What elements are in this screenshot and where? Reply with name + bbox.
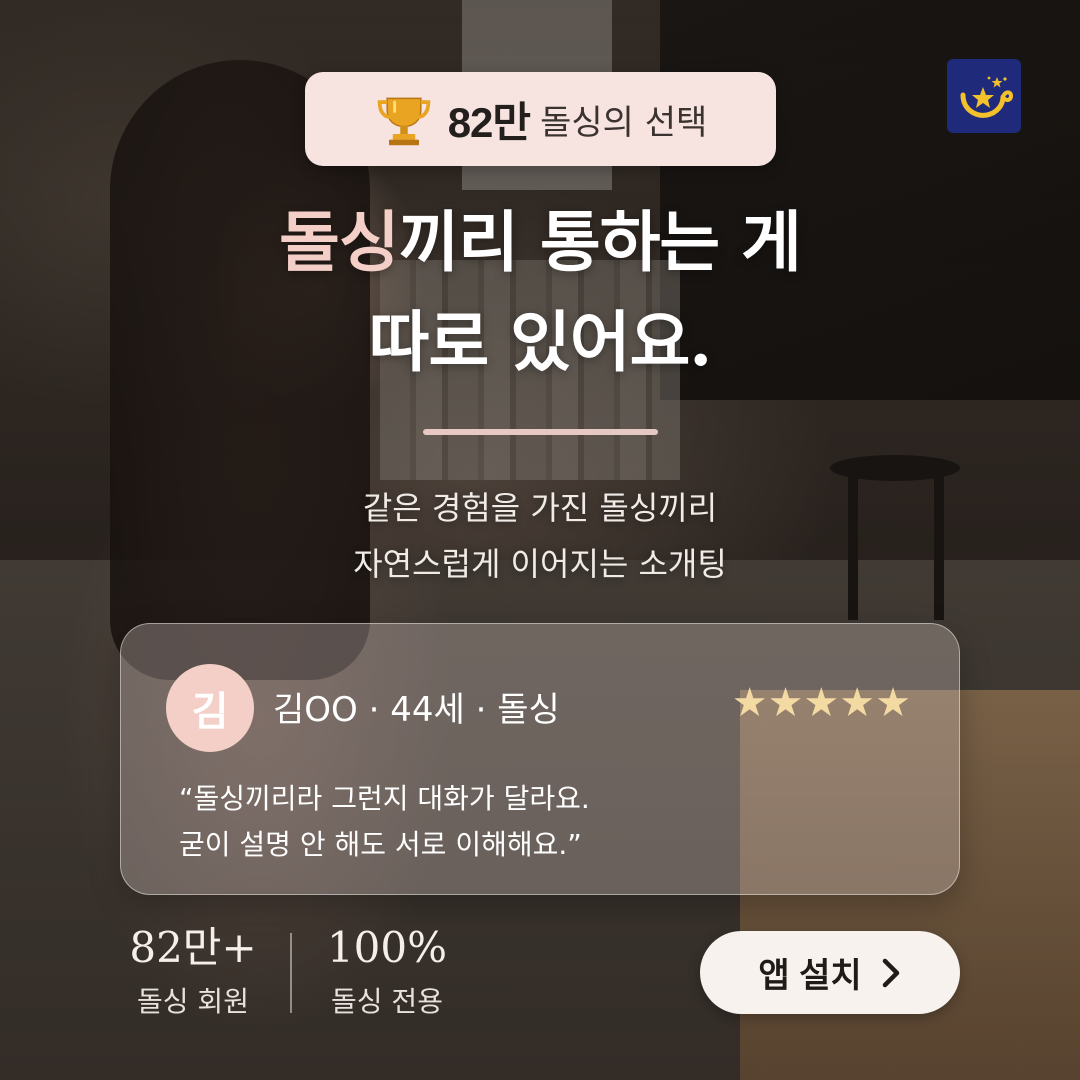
headline: 돌싱끼리 통하는 게 따로 있어요. xyxy=(0,192,1080,392)
trophy-icon xyxy=(377,97,430,146)
review-quote-line-2: 굳이 설명 안 해도 서로 이해해요.” xyxy=(179,828,582,861)
brand-logo xyxy=(947,59,1021,133)
reviewer-info: 김OO · 44세 · 돌싱 xyxy=(273,690,560,730)
headline-line-2: 따로 있어요. xyxy=(368,303,713,381)
headline-divider xyxy=(423,429,658,435)
members-badge: 82만 돌싱의 선택 xyxy=(305,72,776,166)
subtitle: 같은 경험을 가진 돌싱끼리 자연스럽게 이어지는 소개팅 xyxy=(0,480,1080,592)
stat-members: 82만+ 돌싱 회원 xyxy=(128,922,258,1022)
headline-line-1: 돌싱끼리 통하는 게 xyxy=(0,192,1080,292)
install-app-label: 앱 설치 xyxy=(758,957,862,995)
moon-stars-logo xyxy=(960,76,1014,118)
subtitle-line-2: 자연스럽게 이어지는 소개팅 xyxy=(353,545,727,583)
stat-members-value: 82만+ xyxy=(129,923,257,972)
review-card: 김 김OO · 44세 · 돌싱 ★★★★★ “돌싱끼리라 그런지 대화가 달라… xyxy=(120,623,960,895)
install-app-button[interactable]: 앱 설치 xyxy=(700,931,960,1014)
badge-text: 돌싱의 선택 xyxy=(540,102,708,143)
review-quote-line-1: “돌싱끼리라 그런지 대화가 달라요. xyxy=(179,782,590,815)
stat-exclusive-value: 100% xyxy=(326,923,448,972)
headline-accent: 돌싱 xyxy=(279,203,399,281)
star-rating: ★★★★★ xyxy=(731,680,911,726)
chevron-right-icon xyxy=(882,958,899,987)
stat-exclusive-label: 돌싱 전용 xyxy=(331,985,443,1018)
subtitle-line-1: 같은 경험을 가진 돌싱끼리 xyxy=(362,489,718,527)
avatar: 김 xyxy=(166,664,254,752)
stats-divider xyxy=(290,933,292,1013)
headline-line-1-rest: 끼리 통하는 게 xyxy=(398,203,802,281)
review-quote: “돌싱끼리라 그런지 대화가 달라요. 굳이 설명 안 해도 서로 이해해요.” xyxy=(179,776,590,868)
stat-exclusive: 100% 돌싱 전용 xyxy=(322,922,452,1022)
badge-number: 82만 xyxy=(447,98,531,146)
stat-members-label: 돌싱 회원 xyxy=(137,985,249,1018)
